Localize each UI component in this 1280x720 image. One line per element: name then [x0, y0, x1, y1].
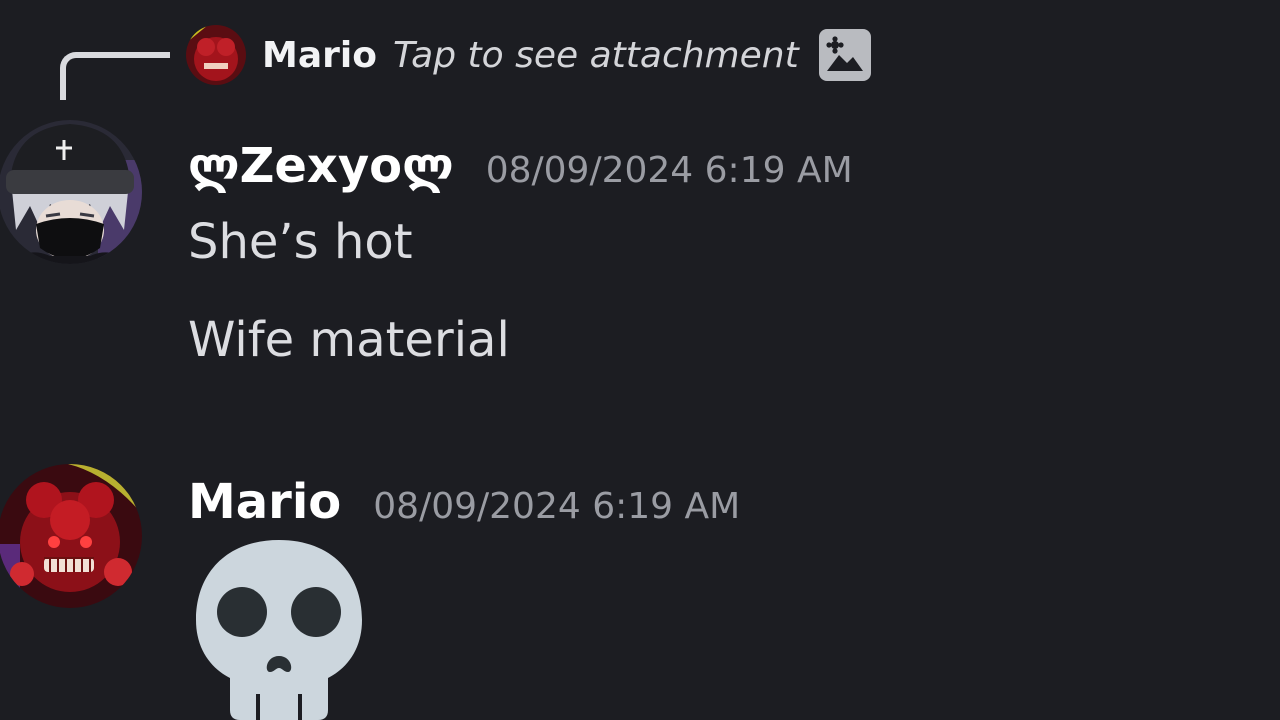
message-header: ლZexyoლ 08/09/2024 6:19 AM — [188, 138, 853, 194]
chat-view: Mario Tap to see attachment ლZexyoლ 08/0… — [0, 0, 1280, 720]
message-header: Mario 08/09/2024 6:19 AM — [188, 474, 740, 530]
reply-preview-text[interactable]: Tap to see attachment — [393, 35, 799, 76]
username[interactable]: ლZexyoლ — [188, 138, 454, 194]
message-text[interactable]: Wife material — [188, 312, 510, 368]
reply-reference[interactable]: Mario Tap to see attachment — [186, 24, 871, 86]
timestamp: 08/09/2024 6:19 AM — [485, 150, 853, 191]
username[interactable]: Mario — [188, 474, 341, 530]
reply-author-name[interactable]: Mario — [262, 35, 377, 76]
skull-emoji-icon[interactable] — [196, 540, 362, 720]
reply-connector-line — [60, 52, 170, 100]
image-icon — [818, 29, 871, 81]
reply-author-avatar[interactable] — [186, 25, 246, 85]
message-text[interactable]: She’s hot — [188, 214, 413, 270]
avatar[interactable] — [0, 120, 142, 264]
timestamp: 08/09/2024 6:19 AM — [373, 486, 741, 527]
avatar[interactable] — [0, 464, 142, 608]
